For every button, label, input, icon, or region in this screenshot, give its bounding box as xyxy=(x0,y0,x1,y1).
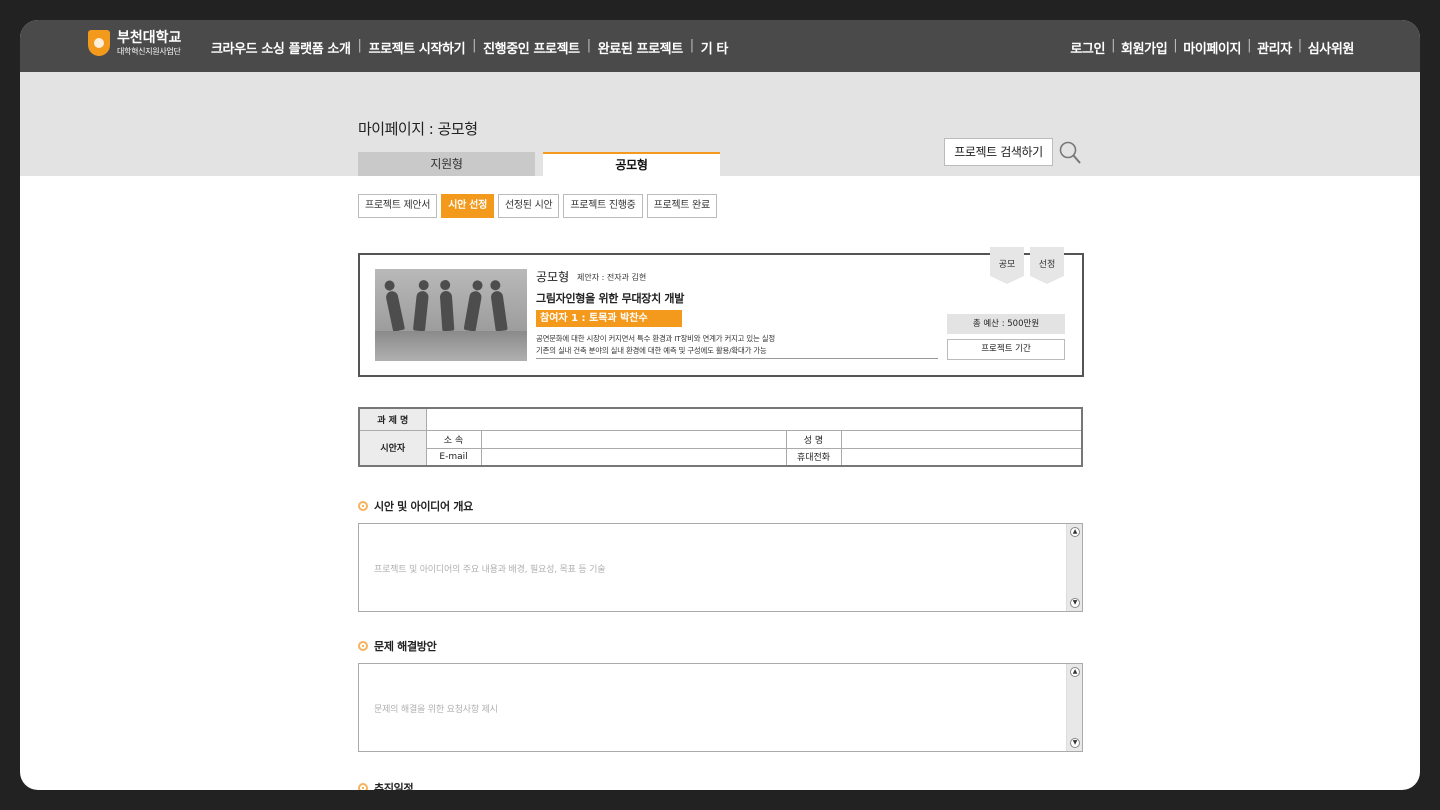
subtab-draft-selection[interactable]: 시안 선정 xyxy=(441,194,494,218)
task-name-label: 과 제 명 xyxy=(358,407,427,431)
flower-bullet-icon xyxy=(358,641,368,651)
flower-bullet-icon xyxy=(358,501,368,511)
subtab-completed[interactable]: 프로젝트 완료 xyxy=(646,194,717,218)
overview-scrollbar[interactable]: ▲ ▼ xyxy=(1066,524,1082,611)
logo-subtitle: 대학혁신지원사업단 xyxy=(117,46,181,56)
shield-logo-icon xyxy=(88,30,110,56)
mypage-link[interactable]: 마이페이지 xyxy=(1177,38,1247,57)
budget-label: 총 예산 : 500만원 xyxy=(947,314,1065,334)
status-subtabs: 프로젝트 제안서 시안 선정 선정된 시안 프로젝트 진행중 프로젝트 완료 xyxy=(358,194,717,218)
project-card: 공모형 제안자 : 전자과 김현 그림자인형을 위한 무대장치 개발 참여자 1… xyxy=(358,247,1084,377)
affiliation-field[interactable] xyxy=(480,429,787,449)
scroll-down-icon[interactable]: ▼ xyxy=(1070,598,1080,608)
signup-link[interactable]: 회원가입 xyxy=(1115,38,1173,57)
project-search-button[interactable]: 프로젝트 검색하기 xyxy=(944,138,1053,166)
subtab-in-progress[interactable]: 프로젝트 진행중 xyxy=(563,194,643,218)
main-nav: 크라우드 소싱 플랫폼 소개 | 프로젝트 시작하기 | 진행중인 프로젝트 | 완료… xyxy=(211,38,735,57)
page-header-band xyxy=(20,72,1420,176)
name-label: 성 명 xyxy=(785,429,842,449)
email-label: E-mail xyxy=(425,447,482,467)
logo-name: 부천대학교 xyxy=(117,29,182,46)
overview-placeholder: 프로젝트 및 아이디어의 주요 내용과 배경, 필요성, 목표 등 기술 xyxy=(374,565,606,575)
nav-ongoing-projects[interactable]: 진행중인 프로젝트 xyxy=(476,38,587,57)
overview-textarea[interactable]: 프로젝트 및 아이디어의 주요 내용과 배경, 필요성, 목표 등 기술 ▲ ▼ xyxy=(358,523,1083,612)
project-description: 공연문화에 대한 시장이 커지면서 특수 환경과 IT장비와 연계가 커지고 있… xyxy=(536,333,938,359)
subtab-proposal[interactable]: 프로젝트 제안서 xyxy=(358,194,438,218)
description-line-2: 기존의 실내 건축 분야의 실내 환경에 대한 예측 및 구성에도 활용/확대가… xyxy=(536,346,767,355)
section-solution-title: 문제 해결방안 xyxy=(358,638,437,654)
name-field[interactable] xyxy=(840,429,1083,449)
nav-completed-projects[interactable]: 완료된 프로젝트 xyxy=(591,38,690,57)
subtab-selected-drafts[interactable]: 선정된 시안 xyxy=(497,194,560,218)
project-proposer: 제안자 : 전자과 김현 xyxy=(577,273,647,282)
scroll-up-icon[interactable]: ▲ xyxy=(1070,527,1080,537)
email-field[interactable] xyxy=(480,447,787,467)
project-type: 공모형 xyxy=(536,270,570,284)
affiliation-label: 소 속 xyxy=(425,429,482,449)
nav-about[interactable]: 크라우드 소싱 플랫폼 소개 xyxy=(211,38,358,57)
solution-placeholder: 문제의 해결을 위한 요청사항 제시 xyxy=(374,705,498,715)
utility-nav: 로그인 | 회원가입 | 마이페이지 | 관리자 | 심사위원 xyxy=(1064,38,1354,57)
tab-contest-type[interactable]: 공모형 xyxy=(543,152,720,176)
project-thumbnail xyxy=(375,269,527,361)
proposal-info-table: 과 제 명 시안자 소 속 성 명 E-mail 휴대전화 xyxy=(358,407,1083,467)
project-title[interactable]: 그림자인형을 위한 무대장치 개발 xyxy=(536,290,684,306)
admin-link[interactable]: 관리자 xyxy=(1251,38,1298,57)
proposer-label: 시안자 xyxy=(358,429,427,467)
phone-label: 휴대전화 xyxy=(785,447,842,467)
solution-textarea[interactable]: 문제의 해결을 위한 요청사항 제시 ▲ ▼ xyxy=(358,663,1083,752)
selected-badge: 선정 xyxy=(1030,247,1064,284)
login-link[interactable]: 로그인 xyxy=(1064,38,1111,57)
section-overview-title: 시안 및 아이디어 개요 xyxy=(358,498,473,514)
project-period-button[interactable]: 프로젝트 기간 xyxy=(947,339,1065,360)
search-icon[interactable] xyxy=(1059,141,1081,165)
contest-badge: 공모 xyxy=(990,247,1024,284)
description-line-1: 공연문화에 대한 시장이 커지면서 특수 환경과 IT장비와 연계가 커지고 있… xyxy=(536,334,775,343)
phone-field[interactable] xyxy=(840,447,1083,467)
participant-badge: 참여자 1 : 토목과 박찬수 xyxy=(536,310,682,327)
nav-start-project[interactable]: 프로젝트 시작하기 xyxy=(362,38,473,57)
section-schedule-title: 추진일정 xyxy=(358,780,414,790)
university-logo[interactable]: 부천대학교 대학혁신지원사업단 xyxy=(88,30,181,56)
flower-bullet-icon xyxy=(358,783,368,790)
tab-support-type[interactable]: 지원형 xyxy=(358,152,535,176)
browser-viewport: 부천대학교 대학혁신지원사업단 크라우드 소싱 플랫폼 소개 | 프로젝트 시작하… xyxy=(20,20,1420,790)
scroll-down-icon[interactable]: ▼ xyxy=(1070,738,1080,748)
scroll-up-icon[interactable]: ▲ xyxy=(1070,667,1080,677)
nav-etc[interactable]: 기 타 xyxy=(694,38,735,57)
reviewer-link[interactable]: 심사위원 xyxy=(1302,38,1355,57)
top-navigation-bar: 부천대학교 대학혁신지원사업단 크라우드 소싱 플랫폼 소개 | 프로젝트 시작하… xyxy=(20,20,1420,72)
page-title: 마이페이지 : 공모형 xyxy=(358,120,478,138)
task-name-field[interactable] xyxy=(425,407,1083,431)
solution-scrollbar[interactable]: ▲ ▼ xyxy=(1066,664,1082,751)
